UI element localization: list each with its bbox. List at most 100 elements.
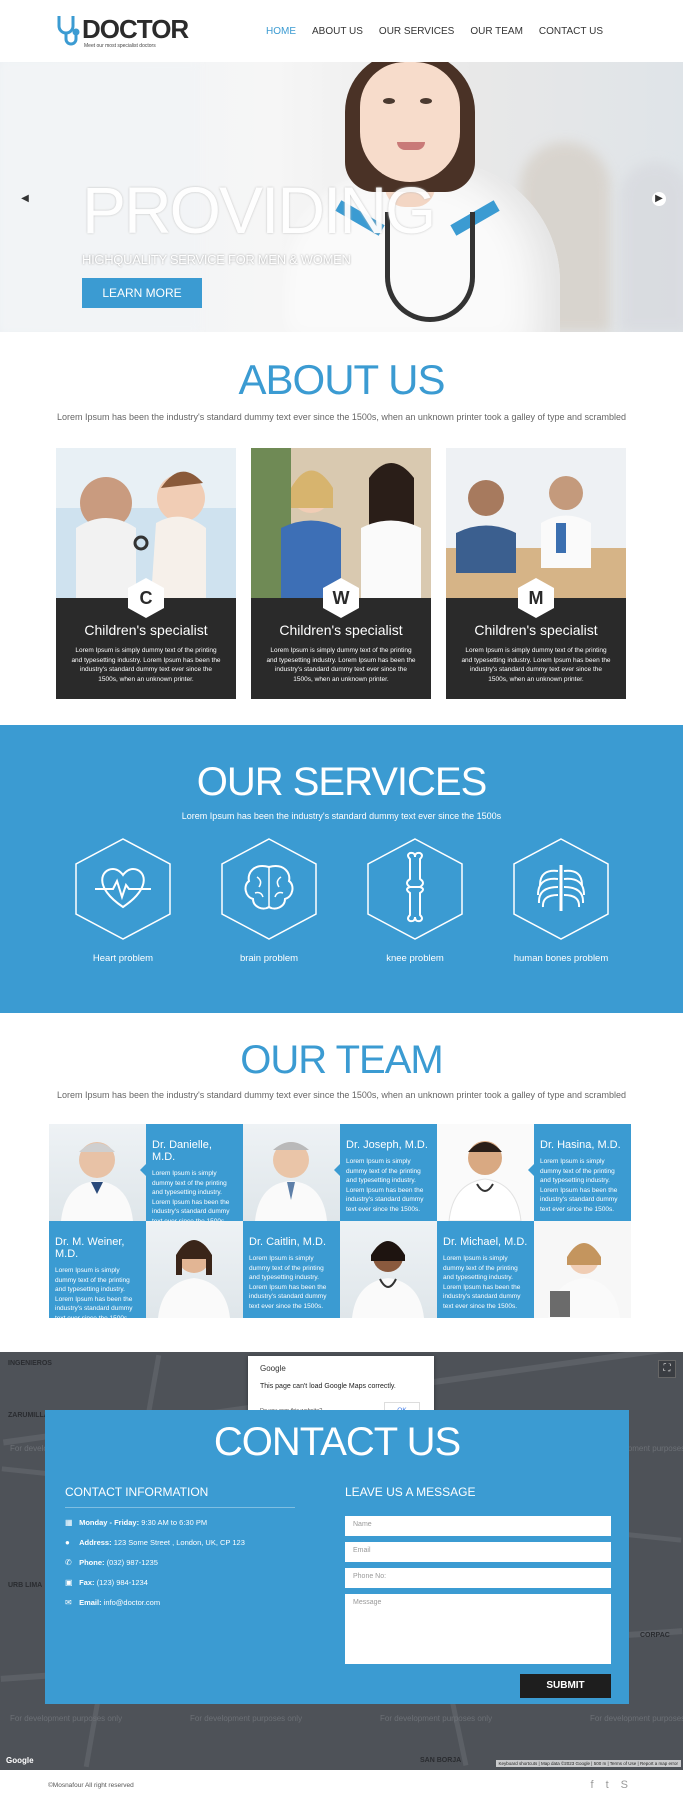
message-textarea[interactable]: Message: [345, 1594, 611, 1664]
service-item[interactable]: Heart problem: [68, 837, 178, 987]
about-card: C Children's specialist Lorem Ipsum is s…: [56, 448, 236, 699]
doctor-bio: Lorem Ipsum is simply dummy text of the …: [55, 1267, 133, 1322]
contact-address: ● Address: 123 Some Street , London, UK,…: [65, 1538, 245, 1547]
envelope-icon: ✉: [65, 1598, 72, 1607]
brain-icon: [221, 838, 317, 940]
email-link[interactable]: info@doctor.com: [104, 1598, 160, 1607]
doctor-bio: Lorem Ipsum is simply dummy text of the …: [540, 1158, 618, 1213]
main-nav: HOME ABOUT US OUR SERVICES OUR TEAM CONT…: [266, 26, 603, 37]
hero-background-person: [620, 162, 683, 332]
about-subtitle: Lorem Ipsum has been the industry's stan…: [56, 412, 627, 422]
site-header: DOCTOR Meet our most specialist doctors …: [0, 0, 683, 62]
card-text: Lorem Ipsum is simply dummy text of the …: [266, 647, 416, 683]
contact-hours: ▦ Monday - Friday: 9:30 AM to 6:30 PM: [65, 1518, 208, 1527]
hero-subtitle: HIGHQUALITY SERVICE FOR MEN & WOMEN: [82, 252, 351, 267]
brand-tagline: Meet our most specialist doctors: [84, 43, 156, 49]
learn-more-button[interactable]: LEARN MORE: [82, 278, 202, 308]
skype-icon[interactable]: S: [621, 1779, 628, 1791]
doctor-card[interactable]: Dr. Joseph, M.D. Lorem Ipsum is simply d…: [334, 1124, 437, 1221]
card-text: Lorem Ipsum is simply dummy text of the …: [71, 647, 221, 683]
map-pin-icon: ●: [65, 1538, 70, 1547]
doctor-name: Dr. Michael, M.D.: [443, 1236, 528, 1248]
maps-error-message: This page can't load Google Maps correct…: [260, 1383, 396, 1390]
about-card: W Children's specialist Lorem Ipsum is s…: [251, 448, 431, 699]
about-title: ABOUT US: [238, 356, 446, 403]
submit-button[interactable]: SUBMIT: [520, 1674, 611, 1698]
doctor-card[interactable]: Dr. Michael, M.D. Lorem Ipsum is simply …: [381, 1215, 534, 1318]
hero-slider: PROVIDING HIGHQUALITY SERVICE FOR MEN & …: [0, 62, 683, 332]
services-subtitle: Lorem Ipsum has been the industry's stan…: [181, 811, 502, 821]
contact-fax: ▣ Fax: (123) 984-1234: [65, 1578, 148, 1587]
name-input[interactable]: Name: [345, 1516, 611, 1536]
phone-icon: ✆: [65, 1558, 72, 1567]
doctor-name: Dr. Danielle, M.D.: [152, 1139, 212, 1163]
service-label: knee problem: [386, 953, 444, 964]
team-title: OUR TEAM: [240, 1038, 443, 1082]
service-label: human bones problem: [513, 953, 609, 964]
contact-section: CONTACT US CONTACT INFORMATION LEAVE US …: [45, 1410, 629, 1704]
chevron-right-icon[interactable]: ▶: [652, 192, 666, 206]
brand-name: DOCTOR: [82, 14, 189, 44]
doctor-name: Dr. Caitlin, M.D.: [249, 1236, 327, 1248]
contact-info-title: CONTACT INFORMATION: [65, 1485, 209, 1499]
service-item[interactable]: brain problem: [214, 837, 324, 987]
service-item[interactable]: knee problem: [360, 837, 470, 987]
leave-message-title: LEAVE US A MESSAGE: [345, 1485, 476, 1499]
doctor-bio: Lorem Ipsum is simply dummy text of the …: [346, 1158, 424, 1213]
ribcage-icon: [513, 838, 609, 940]
doctor-photo: [49, 1124, 146, 1221]
site-footer: ©Mosnafour All right reserved f t S: [0, 1770, 683, 1803]
nav-our-services[interactable]: OUR SERVICES: [379, 26, 454, 37]
knee-bone-icon: [367, 838, 463, 940]
doctor-bio: Lorem Ipsum is simply dummy text of the …: [152, 1170, 230, 1225]
card-title: Children's specialist: [84, 622, 208, 638]
doctor-name: Dr. Joseph, M.D.: [346, 1139, 428, 1151]
doctor-card[interactable]: Dr. M. Weiner, M.D. Lorem Ipsum is simpl…: [49, 1221, 146, 1322]
google-label: Google: [260, 1364, 286, 1373]
services-title: OUR SERVICES: [196, 760, 488, 804]
facebook-icon[interactable]: f: [591, 1779, 594, 1791]
card-image-doctor-patient: [446, 448, 626, 598]
doctor-name: Dr. Hasina, M.D.: [540, 1139, 621, 1151]
logo[interactable]: DOCTOR Meet our most specialist doctors: [55, 14, 189, 50]
contact-email: ✉ Email: info@doctor.com: [65, 1598, 161, 1607]
calendar-icon: ▦: [65, 1518, 73, 1527]
card-text: Lorem Ipsum is simply dummy text of the …: [461, 647, 611, 683]
stethoscope-logo-icon: [57, 16, 80, 46]
doctor-photo: [243, 1124, 340, 1221]
nav-about-us[interactable]: ABOUT US: [312, 26, 363, 37]
doctor-photo: [534, 1221, 631, 1318]
email-input[interactable]: Email: [345, 1542, 611, 1562]
service-label: Heart problem: [92, 953, 154, 964]
about-card: M Children's specialist Lorem Ipsum is s…: [446, 448, 626, 699]
doctor-photo: [437, 1124, 534, 1221]
twitter-icon[interactable]: t: [606, 1779, 609, 1791]
nav-our-team[interactable]: OUR TEAM: [470, 26, 523, 37]
copyright-text: ©Mosnafour All right reserved: [48, 1782, 134, 1789]
fax-icon: ▣: [65, 1578, 73, 1587]
card-title: Children's specialist: [474, 622, 598, 638]
service-item[interactable]: human bones problem: [506, 837, 616, 987]
doctor-card[interactable]: Dr. Hasina, M.D. Lorem Ipsum is simply d…: [528, 1124, 631, 1227]
hero-title: PROVIDING: [82, 173, 436, 247]
doctor-bio: Lorem Ipsum is simply dummy text of the …: [443, 1255, 521, 1310]
fullscreen-icon[interactable]: ⛶: [658, 1360, 676, 1378]
nav-home[interactable]: HOME: [266, 26, 296, 37]
social-links: f t S: [591, 1779, 628, 1791]
doctor-photo: [146, 1221, 243, 1318]
nav-contact-us[interactable]: CONTACT US: [539, 26, 603, 37]
team-subtitle: Lorem Ipsum has been the industry's stan…: [56, 1090, 627, 1100]
chevron-left-icon[interactable]: ◀: [18, 192, 32, 206]
doctor-card[interactable]: Dr. Caitlin, M.D. Lorem Ipsum is simply …: [243, 1221, 340, 1318]
phone-input[interactable]: Phone No:: [345, 1568, 611, 1588]
doctor-photo: [340, 1221, 437, 1318]
divider: [65, 1507, 295, 1508]
heart-pulse-icon: [75, 838, 171, 940]
service-label: brain problem: [239, 953, 299, 964]
map-terms[interactable]: Keyboard shortcuts | Map data ©2023 Goog…: [495, 1760, 681, 1767]
contact-phone: ✆ Phone: (032) 987-1235: [65, 1558, 158, 1567]
contact-title: CONTACT US: [213, 1420, 461, 1464]
services-section: OUR SERVICES Lorem Ipsum has been the in…: [0, 725, 683, 1013]
card-title: Children's specialist: [279, 622, 403, 638]
doctor-card[interactable]: Dr. Danielle, M.D. Lorem Ipsum is simply…: [140, 1124, 243, 1225]
